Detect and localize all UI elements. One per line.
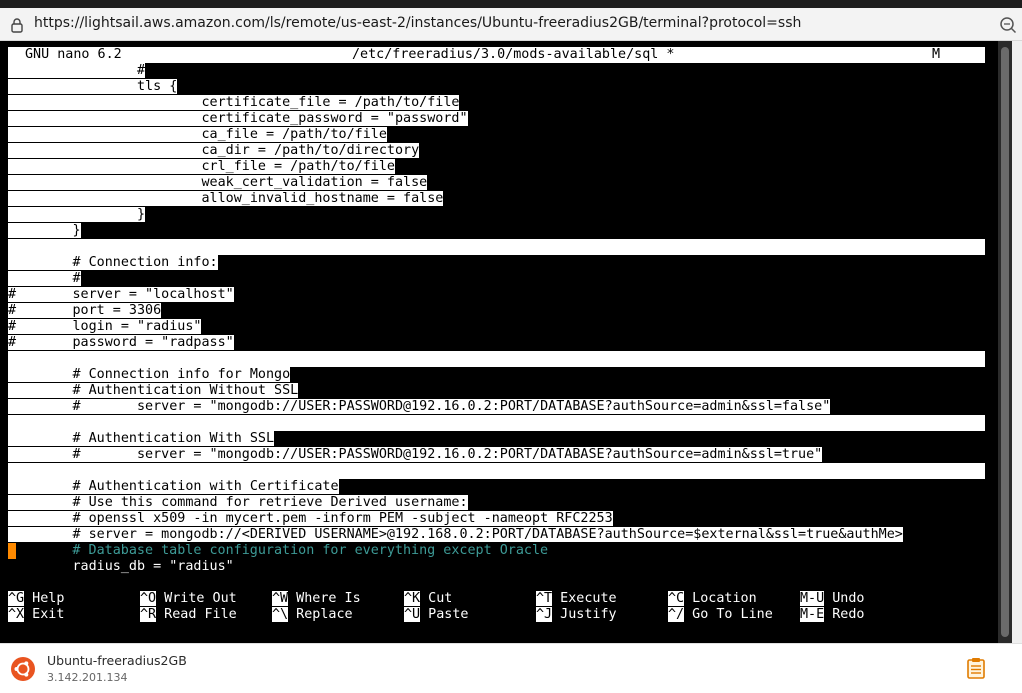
scrollbar-thumb[interactable] (1001, 47, 1009, 637)
shortcut-item: ^/ Go To Line (668, 607, 773, 623)
shortcut-item: ^U Paste (404, 607, 469, 623)
editor-line (8, 415, 985, 431)
editor-line: crl_file = /path/to/file (8, 159, 395, 174)
shortcut-label: Location (684, 591, 757, 606)
shortcut-item: ^T Execute (536, 591, 617, 607)
shortcut-key: ^O (140, 591, 157, 606)
shortcut-label: Paste (420, 607, 469, 622)
editor-line: # server = mongodb://<DERIVED USERNAME>@… (8, 527, 903, 542)
window-edge (1012, 41, 1022, 643)
editor-line: radius_db = "radius" (8, 559, 234, 574)
shortcut-label: Justify (552, 607, 617, 622)
shortcut-label: Cut (420, 591, 453, 606)
editor-line (8, 351, 985, 367)
window-top-strip (0, 0, 1022, 8)
editor-line: ca_file = /path/to/file (8, 127, 387, 142)
shortcut-label: Exit (24, 607, 65, 622)
clipboard-icon[interactable] (966, 657, 986, 679)
editor-line: allow_invalid_hostname = false (8, 191, 444, 206)
shortcut-item: ^R Read File (140, 607, 237, 623)
editor-line: # server = "mongodb://USER:PASSWORD@192.… (8, 399, 831, 414)
address-bar[interactable]: https://lightsail.aws.amazon.com/ls/remo… (0, 8, 1022, 41)
shortcut-key: ^U (404, 607, 421, 622)
editor-line: # Connection info for Mongo (8, 367, 291, 382)
shortcut-item: M-U Undo (800, 591, 865, 607)
editor-line: weak_cert_validation = false (8, 175, 428, 190)
url-text[interactable]: https://lightsail.aws.amazon.com/ls/remo… (34, 15, 801, 31)
nano-version: GNU nano 6.2 (25, 47, 122, 62)
lock-icon (11, 18, 23, 33)
editor-line: } (8, 207, 146, 222)
shortcut-label: Help (24, 591, 65, 606)
shortcut-key: ^/ (668, 607, 685, 622)
editor-line: # Database table configuration for every… (8, 543, 548, 559)
shortcut-key: ^K (404, 591, 421, 606)
editor-line: certificate_password = "password" (8, 111, 468, 126)
text-cursor (8, 543, 16, 559)
editor-line: } (8, 223, 81, 238)
shortcut-label: Redo (824, 607, 865, 622)
shortcut-item: ^K Cut (404, 591, 452, 607)
shortcut-key: ^T (536, 591, 553, 606)
editor-line: # (8, 271, 81, 286)
shortcut-key: ^\ (272, 607, 289, 622)
shortcut-item: ^X Exit (8, 607, 64, 623)
shortcut-label: Go To Line (684, 607, 773, 622)
editor-line: # Authentication With SSL (8, 431, 275, 446)
shortcut-key: ^J (536, 607, 553, 622)
shortcut-key: M-E (800, 607, 825, 622)
editor-line: # server = "mongodb://USER:PASSWORD@192.… (8, 447, 823, 462)
editor-line: # server = "localhost" (8, 287, 234, 302)
shortcut-key: ^G (8, 591, 25, 606)
instance-name: Ubuntu-freeradius2GB (47, 653, 187, 668)
shortcut-key: ^C (668, 591, 685, 606)
editor-line: certificate_file = /path/to/file (8, 95, 460, 110)
nano-title-bar: GNU nano 6.2 /etc/freeradius/3.0/mods-av… (8, 47, 985, 63)
editor-line: tls { (8, 79, 178, 94)
shortcut-label: Write Out (156, 591, 237, 606)
shortcut-key: ^X (8, 607, 25, 622)
shortcut-label: Read File (156, 607, 237, 622)
instance-ip: 3.142.201.134 (47, 671, 128, 684)
shortcut-item: ^\ Replace (272, 607, 353, 623)
editor-line: # password = "radpass" (8, 335, 234, 350)
shortcut-label: Replace (288, 607, 353, 622)
shortcut-key: M-U (800, 591, 825, 606)
shortcut-label: Execute (552, 591, 617, 606)
shortcut-item: M-E Redo (800, 607, 865, 623)
editor-line: # Connection info: (8, 255, 218, 270)
editor-line: # login = "radius" (8, 319, 202, 334)
shortcut-item: ^O Write Out (140, 591, 237, 607)
editor-line: # Use this command for retrieve Derived … (8, 495, 468, 510)
shortcut-item: ^W Where Is (272, 591, 361, 607)
ubuntu-logo-icon (11, 657, 35, 681)
nano-modified-flag: M (932, 47, 941, 62)
editor-line (8, 239, 985, 255)
nano-filename: /etc/freeradius/3.0/mods-available/sql * (352, 47, 675, 62)
shortcut-key: ^R (140, 607, 157, 622)
shortcut-key: ^W (272, 591, 289, 606)
editor-line: # Authentication Without SSL (8, 383, 299, 398)
shortcut-item: ^J Justify (536, 607, 617, 623)
instance-status-bar: Ubuntu-freeradius2GB 3.142.201.134 (0, 643, 1022, 693)
editor-line: # openssl x509 -in mycert.pem -inform PE… (8, 511, 613, 526)
shortcut-item: ^C Location (668, 591, 757, 607)
editor-line: # port = 3306 (8, 303, 162, 318)
editor-line (8, 463, 985, 479)
terminal-scrollbar[interactable] (998, 41, 1012, 643)
editor-line: # (8, 63, 146, 78)
zoom-icon[interactable] (999, 16, 1017, 34)
shortcut-label: Undo (824, 591, 865, 606)
shortcut-item: ^G Help (8, 591, 64, 607)
editor-line: ca_dir = /path/to/directory (8, 143, 420, 158)
shortcut-label: Where Is (288, 591, 361, 606)
editor-line: # Authentication with Certificate (8, 479, 339, 494)
